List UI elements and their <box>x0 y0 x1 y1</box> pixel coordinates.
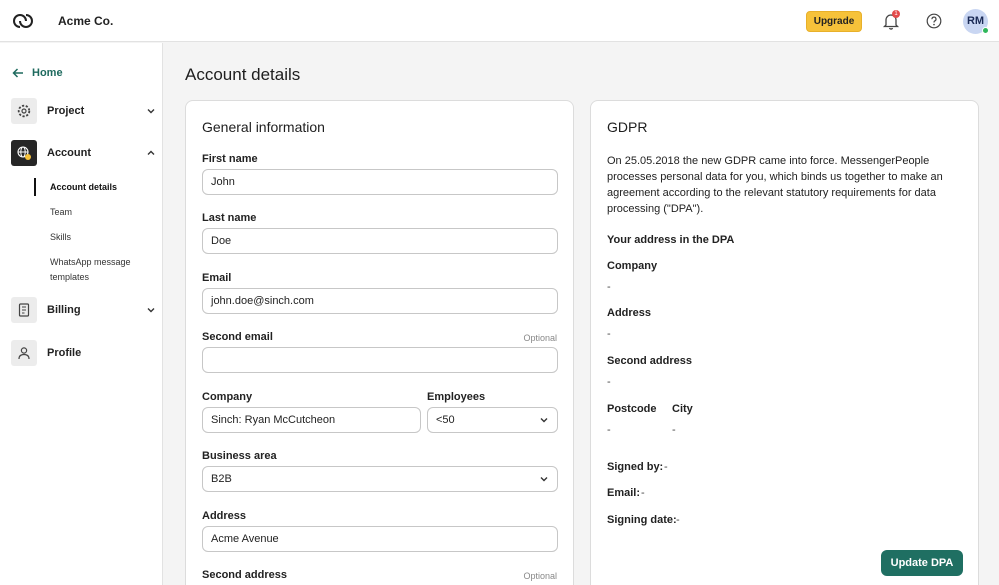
employees-value: <50 <box>436 414 455 426</box>
dpa-email-label: Email: <box>607 487 641 499</box>
active-indicator <box>34 178 36 196</box>
sidebar-item-label: Billing <box>47 304 81 316</box>
second-email-input[interactable] <box>202 347 558 373</box>
gear-icon <box>11 98 37 124</box>
optional-label: Optional <box>523 333 557 343</box>
dpa-address-value: - <box>607 328 611 340</box>
gdpr-description: On 25.05.2018 the new GDPR came into for… <box>607 155 943 215</box>
sidebar-subitem-whatsapp-templates[interactable]: WhatsApp message templates <box>50 255 150 285</box>
page-title: Account details <box>185 65 301 84</box>
sidebar-item-label: Account <box>47 147 91 159</box>
business-area-select[interactable]: B2B <box>202 466 558 492</box>
general-information-card: General information First name John Last… <box>185 100 574 585</box>
signed-by-value: - <box>664 461 668 473</box>
signing-date-value: - <box>676 514 680 526</box>
arrow-left-icon <box>12 68 23 78</box>
home-link[interactable]: Home <box>12 67 63 79</box>
signing-date-label: Signing date: <box>607 514 677 526</box>
last-name-label: Last name <box>202 212 257 224</box>
chevron-up-icon <box>147 150 155 155</box>
card-title: General information <box>202 119 325 135</box>
online-status-dot <box>982 27 989 34</box>
sidebar-item-account[interactable]: Account <box>11 140 156 166</box>
last-name-input[interactable]: Doe <box>202 228 558 254</box>
employees-select[interactable]: <50 <box>427 407 558 433</box>
company-name: Acme Co. <box>58 14 114 28</box>
update-dpa-button[interactable]: Update DPA <box>881 550 963 576</box>
gdpr-card: GDPR On 25.05.2018 the new GDPR came int… <box>590 100 979 585</box>
signed-by-label: Signed by: <box>607 461 664 473</box>
app-logo-icon[interactable] <box>12 10 34 32</box>
sidebar-item-project[interactable]: Project <box>11 98 156 124</box>
chevron-down-icon <box>540 418 548 423</box>
dpa-postcode-value: - <box>607 424 611 436</box>
sidebar-item-profile[interactable]: Profile <box>11 340 156 366</box>
first-name-label: First name <box>202 153 258 165</box>
globe-settings-icon <box>11 140 37 166</box>
upgrade-button[interactable]: Upgrade <box>806 11 862 32</box>
company-label: Company <box>202 391 253 403</box>
chevron-down-icon <box>147 308 155 313</box>
business-area-label: Business area <box>202 450 277 462</box>
address-label: Address <box>202 510 247 522</box>
email-input[interactable]: john.doe@sinch.com <box>202 288 558 314</box>
address-input[interactable]: Acme Avenue <box>202 526 558 552</box>
second-address-label: Second address <box>202 569 287 581</box>
employees-label: Employees <box>427 391 486 403</box>
dpa-second-address-label: Second address <box>607 355 692 367</box>
sidebar: Home Project Account Account details Tea… <box>0 43 163 585</box>
second-email-label: Second email <box>202 331 273 343</box>
notification-badge: 1 <box>892 10 900 18</box>
chevron-down-icon <box>147 109 155 114</box>
dpa-address-heading: Your address in the DPA <box>607 234 735 246</box>
dpa-company-value: - <box>607 281 611 293</box>
optional-label: Optional <box>523 571 557 581</box>
home-label: Home <box>32 67 63 79</box>
dpa-second-address-value: - <box>607 376 611 388</box>
sidebar-subitem-account-details[interactable]: Account details <box>50 180 117 195</box>
top-bar: Acme Co. Upgrade 1 RM <box>0 0 999 42</box>
chevron-down-icon <box>540 477 548 482</box>
dpa-postcode-label: Postcode <box>607 403 657 415</box>
sidebar-item-billing[interactable]: Billing <box>11 297 156 323</box>
first-name-input[interactable]: John <box>202 169 558 195</box>
sidebar-item-label: Project <box>47 105 85 117</box>
card-title: GDPR <box>607 119 648 135</box>
dpa-company-label: Company <box>607 260 658 272</box>
dpa-city-label: City <box>672 403 693 415</box>
user-icon <box>11 340 37 366</box>
sidebar-subitem-team[interactable]: Team <box>50 205 72 220</box>
sidebar-subitem-skills[interactable]: Skills <box>50 230 71 245</box>
email-label: Email <box>202 272 232 284</box>
business-area-value: B2B <box>211 473 232 485</box>
help-icon[interactable] <box>926 13 942 29</box>
receipt-icon <box>11 297 37 323</box>
dpa-email-value: - <box>641 487 645 499</box>
sidebar-item-label: Profile <box>47 347 82 359</box>
dpa-city-value: - <box>672 424 676 436</box>
company-input[interactable]: Sinch: Ryan McCutcheon <box>202 407 421 433</box>
dpa-address-label: Address <box>607 307 652 319</box>
